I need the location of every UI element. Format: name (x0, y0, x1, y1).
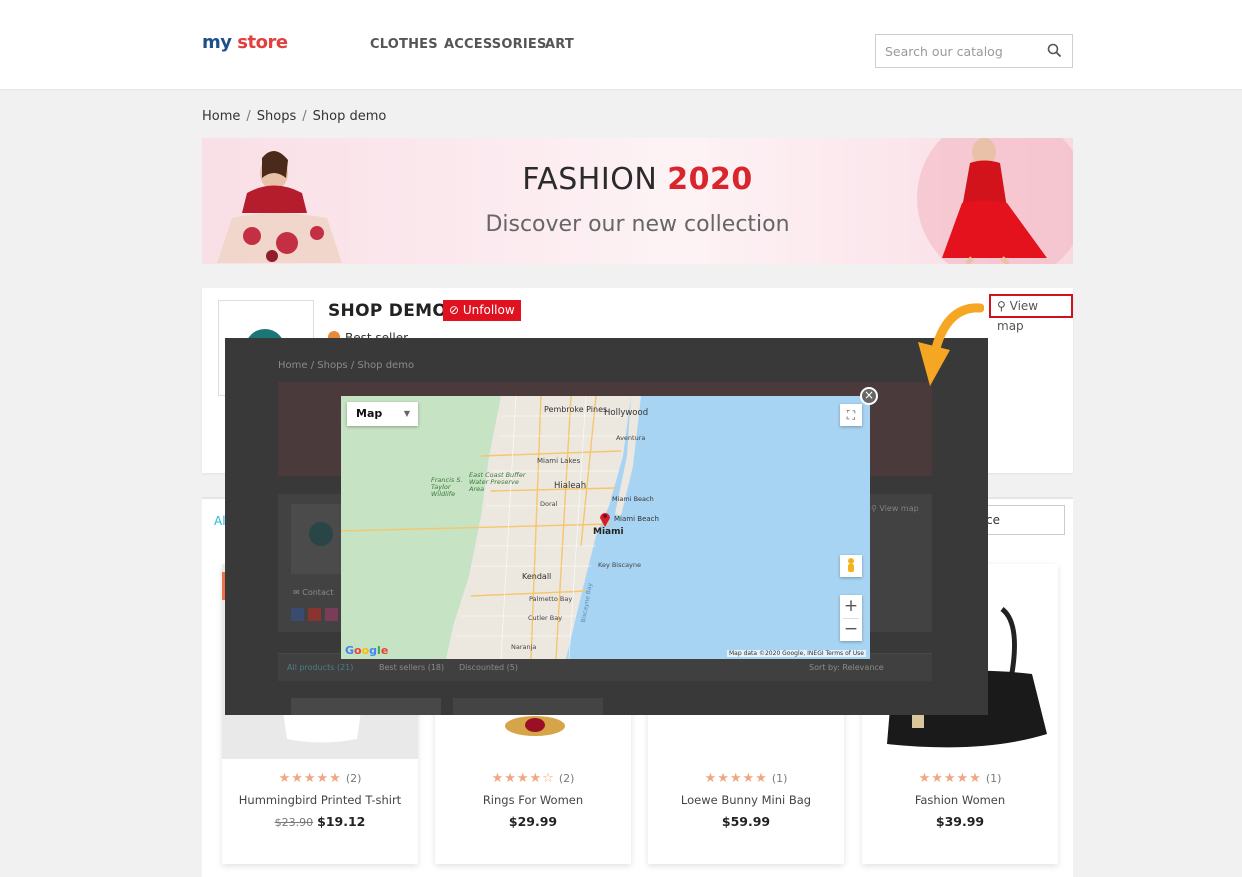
modal-bg-tab-discount: Discounted (5) (459, 663, 518, 672)
logo-text-store: store (237, 32, 288, 53)
sort-select[interactable]: ce (979, 505, 1065, 535)
logo-text-my: my (202, 32, 232, 53)
banner-models-image (217, 138, 1073, 264)
pointer-arrow-icon (918, 303, 984, 386)
zoom-out-button[interactable]: − (840, 619, 862, 641)
product-old-price: $23.90 (274, 816, 314, 829)
chevron-down-icon: ▼ (403, 409, 410, 418)
search-input[interactable] (876, 35, 1026, 67)
breadcrumb: Home / Shops / Shop demo (202, 109, 387, 124)
map-attribution[interactable]: Map data ©2020 Google, INEGI Terms of Us… (727, 650, 866, 657)
product-price: $23.90 $19.12 (274, 814, 366, 829)
store-logo[interactable]: my store (202, 32, 288, 53)
map-label-east-coast: East Coast Buffer Water Preserve Area (469, 471, 526, 493)
fullscreen-button[interactable]: ⛶ (840, 404, 862, 426)
breadcrumb-home[interactable]: Home (202, 109, 240, 124)
map-label-miami-beach: Miami Beach (614, 515, 659, 523)
modal-bg-tab-all: All products (21) (287, 663, 354, 672)
modal-bg-breadcrumb: Home / Shops / Shop demo (278, 360, 415, 371)
google-map[interactable]: Pembroke Pines Hollywood Aventura Miami … (341, 396, 870, 659)
product-price: $29.99 (508, 814, 558, 829)
search-box (875, 34, 1073, 68)
ban-icon: ⊘ (449, 303, 460, 317)
product-rating: ★★★★★ (1) (918, 771, 1002, 786)
google-logo[interactable]: Google (345, 644, 388, 657)
breadcrumb-current: Shop demo (312, 109, 387, 124)
product-name[interactable]: Rings For Women (435, 793, 631, 807)
search-icon[interactable] (1047, 43, 1062, 62)
modal-bg-sort: Sort by: Relevance (809, 663, 884, 672)
breadcrumb-shops[interactable]: Shops (257, 109, 296, 124)
map-label-miami-beach-north: Miami Beach (612, 495, 654, 503)
nav-art[interactable]: ART (545, 37, 574, 52)
map-label-kendall: Kendall (522, 572, 552, 581)
modal-bg-contact: ✉ Contact (293, 588, 334, 597)
banner-subtitle: Discover our new collection (485, 212, 790, 237)
facebook-icon (291, 608, 304, 621)
map-type-select[interactable]: Map ▼ (347, 402, 418, 426)
close-icon: × (863, 388, 875, 402)
location-marker-icon[interactable] (598, 510, 612, 528)
map-label-key-biscayne: Key Biscayne (598, 561, 642, 569)
modal-bg-product (453, 698, 603, 715)
product-rating: ★★★★★ (2) (278, 771, 362, 786)
map-label-hollywood: Hollywood (604, 408, 649, 418)
nav-accessories[interactable]: ACCESSORIES (444, 37, 547, 52)
product-name[interactable]: Hummingbird Printed T-shirt (222, 793, 418, 807)
product-price: $39.99 (935, 814, 985, 829)
unfollow-button[interactable]: ⊘ Unfollow (443, 300, 521, 321)
street-view-pegman[interactable] (840, 555, 862, 577)
modal-bg-product (291, 698, 441, 715)
map-label-palmetto-bay: Palmetto Bay (529, 595, 573, 603)
map-label-hialeah: Hialeah (554, 481, 587, 491)
map-label-miami-lakes: Miami Lakes (537, 457, 581, 465)
instagram-icon (325, 608, 338, 621)
map-label-cutler-bay: Cutler Bay (528, 614, 563, 622)
product-name[interactable]: Loewe Bunny Mini Bag (648, 793, 844, 807)
map-label-doral: Doral (540, 500, 558, 508)
modal-bg-view-map: ⚲ View map (871, 504, 919, 513)
modal-bg-tab-best: Best sellers (18) (379, 663, 445, 672)
map-label-francis-taylor: Francis S. Taylor Wildlife (431, 476, 463, 498)
pegman-icon (848, 558, 854, 572)
zoom-in-button[interactable]: + (840, 595, 862, 618)
google-plus-icon (308, 608, 321, 621)
promo-banner[interactable]: FASHION 2020 Discover our new collection (202, 138, 1073, 264)
shop-name: SHOP DEMO (328, 301, 448, 321)
map-label-pembroke-pines: Pembroke Pines (544, 405, 608, 414)
tab-all-products[interactable]: Al (214, 514, 226, 528)
modal-bg-shop-logo (291, 504, 345, 574)
product-name[interactable]: Fashion Women (862, 793, 1058, 807)
product-price: $59.99 (721, 814, 771, 829)
map-marker-icon: ⚲ (997, 299, 1006, 313)
fullscreen-icon: ⛶ (846, 408, 856, 422)
zoom-control: + − (840, 595, 862, 641)
map-label-miami: Miami (593, 527, 624, 537)
banner-title: FASHION 2020 (522, 162, 753, 197)
nav-clothes[interactable]: CLOTHES (370, 37, 438, 52)
close-modal-button[interactable]: × (860, 387, 878, 405)
product-rating: ★★★★★ (1) (704, 771, 788, 786)
map-label-naranja: Naranja (511, 643, 537, 651)
view-map-button[interactable]: ⚲ View map (989, 294, 1073, 333)
product-rating: ★★★★☆ (2) (491, 771, 575, 786)
site-header: my store CLOTHES ACCESSORIES ART (0, 0, 1242, 90)
map-label-aventura: Aventura (616, 434, 646, 442)
